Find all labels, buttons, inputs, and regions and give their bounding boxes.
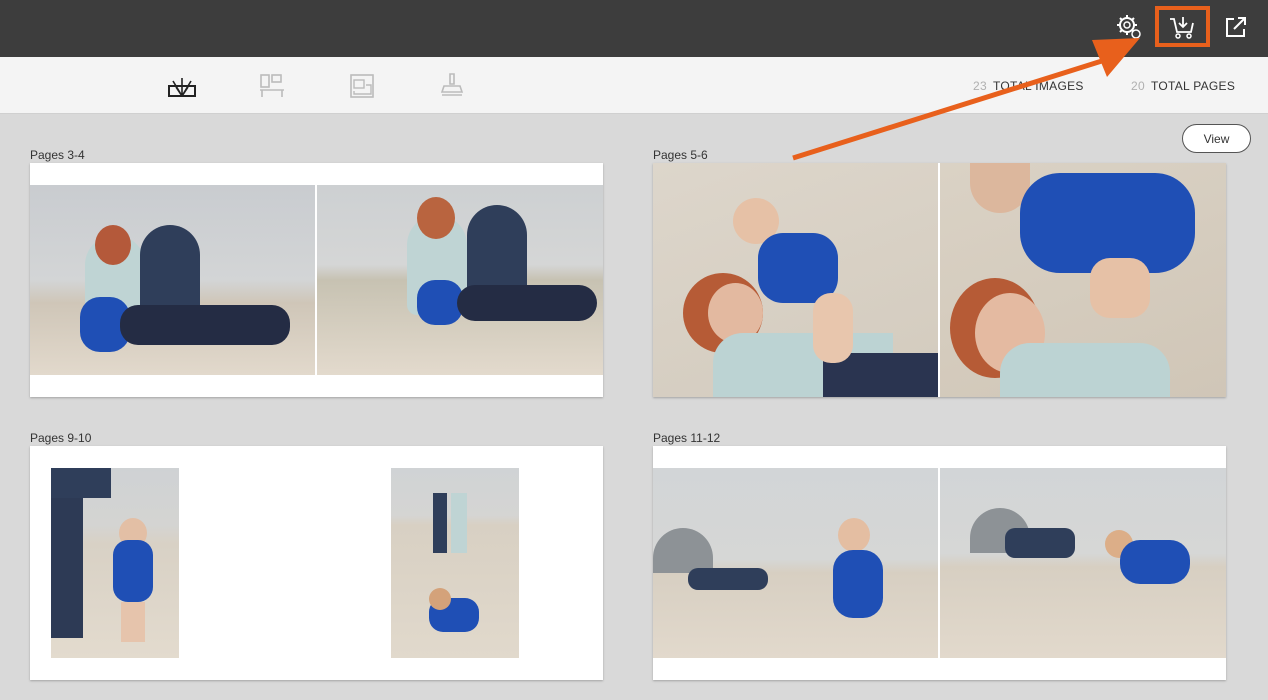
book-icon[interactable] xyxy=(167,71,197,101)
photo-mother-lifting-baby[interactable] xyxy=(940,163,1226,397)
stamp-icon[interactable] xyxy=(437,71,467,101)
total-pages-label: TOTAL PAGES xyxy=(1150,79,1236,93)
top-toolbar xyxy=(0,0,1268,57)
spread-pages-9-10[interactable] xyxy=(30,446,603,680)
export-icon[interactable] xyxy=(1221,12,1251,42)
photo-parents-baby-crawling[interactable] xyxy=(391,468,519,658)
spread-label: Pages 11-12 xyxy=(653,431,721,445)
photo-mother-baby-sand[interactable] xyxy=(653,163,938,397)
spread-pages-11-12[interactable] xyxy=(653,446,1226,680)
photo-baby-sitting-beach[interactable] xyxy=(653,468,938,658)
total-images-label: TOTAL IMAGES xyxy=(992,79,1084,93)
photo-baby-walking[interactable] xyxy=(51,468,179,658)
total-pages-stat: 20 TOTAL PAGES xyxy=(1131,79,1235,93)
photo-family-beach[interactable] xyxy=(30,185,315,375)
total-pages-count: 20 xyxy=(1131,79,1145,93)
cart-download-icon[interactable] xyxy=(1167,12,1197,42)
settings-icon[interactable] xyxy=(1114,12,1144,42)
spread-pages-5-6[interactable] xyxy=(653,163,1226,397)
spread-label: Pages 9-10 xyxy=(30,431,92,445)
view-button[interactable]: View xyxy=(1182,124,1251,153)
layout-icon[interactable] xyxy=(257,71,287,101)
page-icon[interactable] xyxy=(347,71,377,101)
total-images-stat: 23 TOTAL IMAGES xyxy=(973,79,1084,93)
spread-label: Pages 3-4 xyxy=(30,148,85,162)
spread-pages-3-4[interactable] xyxy=(30,163,603,397)
photo-family-beach-2[interactable] xyxy=(317,185,603,375)
total-images-count: 23 xyxy=(973,79,987,93)
editor-toolbar: 23 TOTAL IMAGES 20 TOTAL PAGES xyxy=(0,57,1268,114)
spread-label: Pages 5-6 xyxy=(653,148,708,162)
photo-baby-crawling-beach[interactable] xyxy=(940,468,1226,658)
